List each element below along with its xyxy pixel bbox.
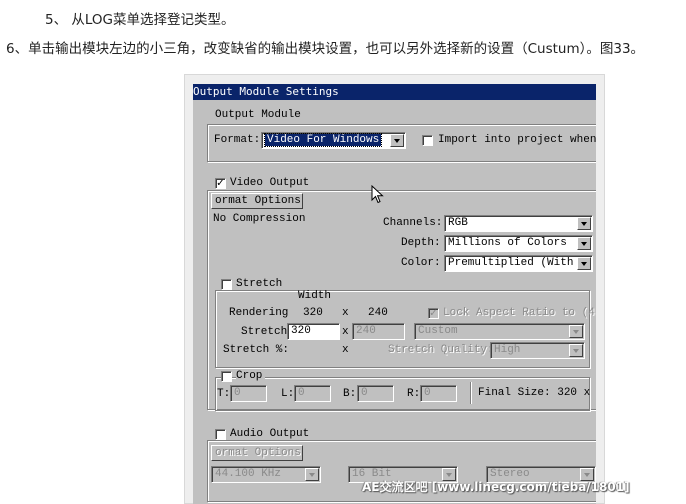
video-format-options-button[interactable]: ormat Options... <box>211 193 303 209</box>
doc-step-6: 6、单击输出模块左边的小三角，改变缺省的输出模块设置，也可以另外选择新的设置（C… <box>6 41 645 57</box>
watermark: AE交流区吧 [www.linecg.com/tieba/1801] <box>362 480 630 494</box>
stretch-percent-x: x <box>342 344 349 356</box>
final-size-label: Final Size: 320 x <box>478 387 591 399</box>
stretch-quality-label: Stretch Quality: <box>388 344 494 356</box>
chevron-down-icon <box>577 217 591 230</box>
rendering-x: x <box>342 307 349 319</box>
output-module-settings-dialog: Output Module Settings Output Module For… <box>193 84 596 504</box>
crop-l-label: L: <box>281 388 295 400</box>
crop-t-label: T: <box>217 388 231 400</box>
video-output-checkbox[interactable]: ✓ <box>215 178 226 189</box>
stretch-quality-value: High <box>494 344 521 356</box>
audio-output-checkbox[interactable] <box>215 429 226 440</box>
stretch-preset-select[interactable]: Custom <box>414 323 585 340</box>
width-header: Width <box>298 290 332 302</box>
chevron-down-icon <box>390 134 404 147</box>
stretch-width-input[interactable]: 320 <box>287 323 340 340</box>
video-output-label: Video Output <box>230 177 313 189</box>
color-select[interactable]: Premultiplied (With <box>444 255 593 272</box>
chevron-down-icon <box>577 257 591 270</box>
crop-checkbox[interactable] <box>221 371 232 382</box>
doc-step-5: 5、 从LOG菜单选择登记类型。 <box>45 12 235 28</box>
stretch-percent-label: Stretch %: <box>223 344 290 356</box>
stretch-quality-select[interactable]: High <box>490 342 585 359</box>
rendering-width: 320 <box>303 307 323 319</box>
color-select-value: Premultiplied (With <box>448 257 574 269</box>
color-label: Color: <box>401 257 441 269</box>
crop-r-input[interactable]: 0 <box>420 385 457 402</box>
channels-select-value: RGB <box>448 217 468 229</box>
audio-rate-select[interactable]: 44.100 KHz <box>211 466 321 483</box>
stretch-x: x <box>342 326 349 338</box>
format-select-value: Video For Windows <box>263 133 383 147</box>
crop-r-label: R: <box>407 388 421 400</box>
crop-divider <box>470 382 471 404</box>
crop-l-input[interactable]: 0 <box>294 385 331 402</box>
chevron-down-icon <box>569 325 583 338</box>
audio-rate-value: 44.100 KHz <box>215 468 282 480</box>
format-label: Format: <box>214 134 261 146</box>
import-into-project-checkbox[interactable] <box>422 135 433 146</box>
stretch-row-label: Stretch <box>241 326 288 338</box>
rendering-height: 240 <box>368 307 388 319</box>
stretch-group-label: Stretch <box>236 278 286 290</box>
chevron-down-icon <box>569 344 583 357</box>
crop-label: Crop <box>236 370 266 382</box>
mouse-cursor-icon <box>371 185 384 204</box>
audio-format-options-button[interactable]: ormat Options... <box>211 445 303 461</box>
stretch-height-input[interactable]: 240 <box>352 323 405 340</box>
depth-select[interactable]: Millions of Colors <box>444 235 593 252</box>
chevron-down-icon <box>577 237 591 250</box>
compression-label: No Compression <box>213 213 306 225</box>
channels-label: Channels: <box>383 217 443 229</box>
crop-b-input[interactable]: 0 <box>357 385 394 402</box>
chevron-down-icon <box>305 468 319 481</box>
stretch-preset-value: Custom <box>418 325 458 337</box>
import-into-project-label: Import into project when d <box>438 134 596 146</box>
audio-output-label: Audio Output <box>230 428 313 440</box>
stretch-checkbox[interactable] <box>221 279 232 290</box>
crop-t-input[interactable]: 0 <box>230 385 267 402</box>
rendering-label: Rendering <box>229 307 289 319</box>
crop-b-label: B: <box>343 388 357 400</box>
depth-label: Depth: <box>401 237 441 249</box>
dialog-title: Output Module Settings <box>193 84 596 100</box>
channels-select[interactable]: RGB <box>444 215 593 232</box>
lock-aspect-label: Lock Aspect Ratio to (4:3) <box>443 307 596 319</box>
output-module-group-label: Output Module <box>213 109 303 121</box>
depth-select-value: Millions of Colors <box>448 237 567 249</box>
format-select[interactable]: Video For Windows <box>261 132 406 149</box>
